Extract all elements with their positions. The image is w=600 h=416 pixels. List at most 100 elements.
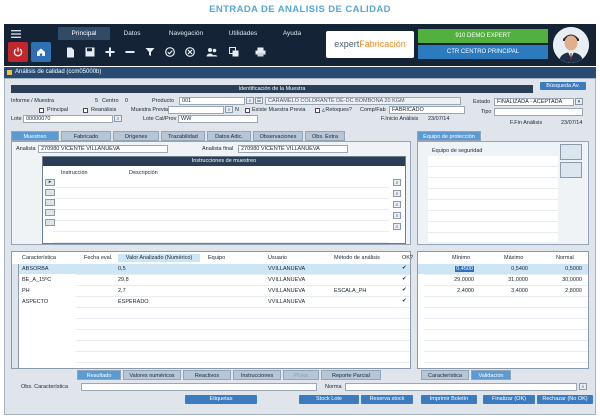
principal-checkbox[interactable] (39, 108, 44, 113)
producto-lookup-button[interactable]: ☰ (255, 97, 263, 104)
tab-reporte-parcial[interactable]: Reporte Parcial (321, 370, 381, 380)
menu-tab-principal[interactable]: Principal (58, 27, 110, 40)
tab-fabricado[interactable]: Fabricado (61, 131, 111, 141)
muestra-previa-search-button[interactable]: ⌕ (225, 106, 233, 113)
table-row[interactable]: PH 2,7 VVILLANUEVA ESCALA_PH ✔ (12, 286, 410, 296)
tab-observaciones[interactable]: Observaciones (253, 131, 303, 141)
menu-tab-navegacion[interactable]: Navegación (156, 27, 216, 40)
tab-resultado[interactable]: Resultado (77, 370, 121, 380)
imprimir-boletin-button[interactable]: Imprimir Boletín (421, 395, 477, 404)
hamburger-menu-button[interactable] (8, 27, 24, 40)
analista-final-input[interactable]: 270980 VICENTE VILLANUEVA (238, 145, 348, 153)
estado-dropdown-button[interactable]: ▾ (575, 98, 583, 105)
instruccion-search-button[interactable]: ⌕ (393, 201, 401, 208)
instruccion-search-button[interactable]: ⌕ (393, 190, 401, 197)
normal-cell[interactable]: 2,8000 (565, 288, 582, 294)
instruccion-search-button[interactable]: ⌕ (393, 223, 401, 230)
reserva-stock-button[interactable]: Reserva stock (361, 395, 413, 404)
ok-checkbox[interactable]: ✔ (402, 298, 407, 304)
stock-lote-button[interactable]: Stock Lote (299, 395, 359, 404)
tab-valores-numericos[interactable]: Valores numéricos (123, 370, 181, 380)
ok-checkbox[interactable]: ✔ (402, 287, 407, 293)
power-button[interactable] (8, 42, 28, 62)
reanalisis-checkbox[interactable] (83, 108, 88, 113)
row-selector[interactable] (45, 209, 55, 216)
minimo-cell[interactable]: 2,4000 (457, 288, 474, 294)
user-avatar[interactable] (553, 27, 589, 63)
row-selector[interactable] (45, 199, 55, 206)
remove-button[interactable] (120, 42, 140, 62)
table-row[interactable]: 29,0000 31,0000 30,0000 (418, 275, 588, 285)
producto-search-button[interactable]: ⌕ (246, 97, 254, 104)
tipo-select[interactable] (494, 108, 583, 116)
instruccion-search-button[interactable]: ⌕ (393, 212, 401, 219)
tab-obs-extra[interactable]: Obs. Extra (305, 131, 345, 141)
maximo-cell[interactable]: 31,0000 (508, 277, 528, 283)
minimo-cell[interactable]: 29,0000 (454, 277, 474, 283)
home-button[interactable] (31, 42, 51, 62)
tab-datos-adic[interactable]: Datos Adic. (207, 131, 251, 141)
table-row[interactable]: ASPECTO ESPERADO VVILLANUEVA ✔ (12, 297, 410, 307)
table-row[interactable]: BE_A_15ºC 29,8 VVILLANUEVA ✔ (12, 275, 410, 285)
epp-button[interactable] (560, 144, 582, 160)
new-document-button[interactable] (60, 42, 80, 62)
row-pointer[interactable]: ▸ (45, 179, 55, 186)
valor-analizado-header[interactable]: Valor Analizado (Numérico) (118, 254, 200, 262)
users-button[interactable] (202, 42, 222, 62)
valor-cell[interactable]: 0,5 (118, 266, 126, 272)
lote-cal-prov-input[interactable]: WW (178, 115, 258, 123)
obs-caracteristica-input[interactable] (81, 383, 317, 391)
normal-cell[interactable]: 30,0000 (562, 277, 582, 283)
epp-button[interactable] (560, 162, 582, 178)
print-button[interactable] (250, 42, 270, 62)
tab-muestreo[interactable]: Muestreo (11, 131, 59, 141)
maximo-cell[interactable]: 3,4000 (511, 288, 528, 294)
center-selector[interactable]: CTR CENTRO PRINCIPAL (418, 45, 548, 59)
menu-tab-utilidades[interactable]: Utilidades (218, 27, 268, 40)
producto-input[interactable]: 001 (179, 97, 245, 105)
etiquetas-button[interactable]: Etiquetas (185, 395, 257, 404)
tab-trazabilidad[interactable]: Trazabilidad (161, 131, 205, 141)
valor-cell[interactable]: ESPERADO (118, 299, 149, 305)
retoques-checkbox[interactable] (315, 108, 320, 113)
finalizar-ok-button[interactable]: Finalizar (OK) (483, 395, 535, 404)
ok-checkbox[interactable]: ✔ (402, 265, 407, 271)
table-row[interactable]: 0,4500 0,5400 0,5000 (418, 264, 588, 274)
cancel-button[interactable] (180, 42, 200, 62)
lote-input[interactable]: 00000070 (23, 115, 113, 123)
accept-button[interactable] (160, 42, 180, 62)
row-selector[interactable] (45, 219, 55, 226)
epp-rows[interactable] (428, 156, 558, 242)
add-button[interactable] (100, 42, 120, 62)
save-button[interactable] (80, 42, 100, 62)
company-selector[interactable]: 910 DEMO EXPERT (418, 29, 548, 43)
menu-tab-ayuda[interactable]: Ayuda (272, 27, 312, 40)
analista-input[interactable]: 270980 VICENTE VILLANUEVA (38, 145, 168, 153)
normal-cell[interactable]: 0,5000 (565, 266, 582, 272)
tab-reactivos[interactable]: Reactivos (183, 370, 231, 380)
table-row[interactable]: ABSORBA 0,5 VVILLANUEVA ✔ (12, 264, 410, 274)
lote-search-button[interactable]: ⌕ (114, 115, 122, 122)
instruccion-search-button[interactable]: ⌕ (393, 179, 401, 186)
norma-search-button[interactable]: ⌕ (579, 383, 587, 390)
instrucciones-rows[interactable] (53, 177, 389, 243)
tab-equipo-proteccion[interactable]: Equipo de protección (417, 131, 481, 141)
tab-caracteristica[interactable]: Característica (421, 370, 469, 380)
valor-cell[interactable]: 2,7 (118, 288, 126, 294)
tab-origenes[interactable]: Orígenes (113, 131, 159, 141)
minimo-cell[interactable]: 0,4500 (455, 266, 474, 272)
tab-instrucciones[interactable]: Instrucciones (233, 370, 281, 380)
maximo-cell[interactable]: 0,5400 (511, 266, 528, 272)
rechazar-no-ok-button[interactable]: Rechazar (No OK) (537, 395, 593, 404)
menu-tab-datos[interactable]: Datos (112, 27, 152, 40)
compfab-select[interactable]: FABRICADO (389, 106, 465, 114)
ok-checkbox[interactable]: ✔ (402, 276, 407, 282)
table-row[interactable]: 2,4000 3,4000 2,8000 (418, 286, 588, 296)
filter-button[interactable] (140, 42, 160, 62)
norma-input[interactable] (345, 383, 577, 391)
row-indicator-column[interactable] (12, 264, 19, 368)
valor-cell[interactable]: 29,8 (118, 277, 129, 283)
tab-pleta[interactable]: Pl.eta (283, 370, 319, 380)
advanced-search-button[interactable]: Búsqueda Av. (540, 82, 586, 90)
tab-validacion[interactable]: Validación (471, 370, 511, 380)
